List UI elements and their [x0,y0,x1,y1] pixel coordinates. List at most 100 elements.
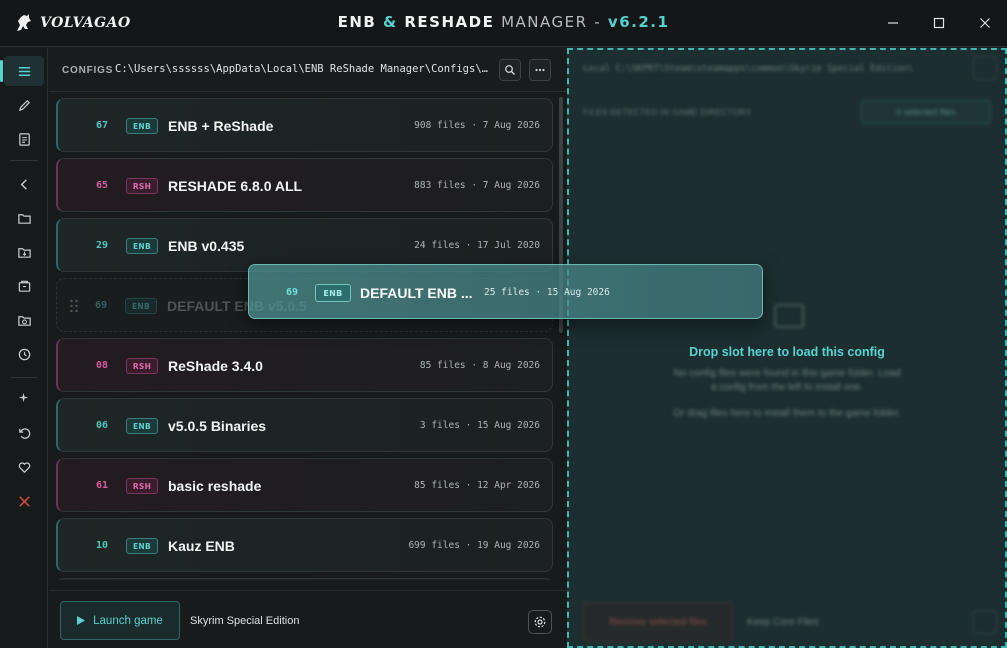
document-icon [18,132,30,146]
config-name: RESHADE 6.8.0 ALL [168,178,303,194]
more-icon [535,68,545,72]
rail-effects[interactable] [4,382,44,412]
rail-import[interactable] [4,237,44,267]
config-list: 67 ENB ENB + ReShade 908 files · 7 Aug 2… [49,93,567,580]
rail-edit[interactable] [4,90,44,120]
rail-archive[interactable] [4,271,44,301]
footer: Launch game Skyrim Special Edition [49,590,567,648]
folder-open-icon [17,315,31,326]
config-row-partial[interactable] [56,578,553,580]
type-badge: RSH [126,478,158,494]
title-manager: MANAGER [501,13,588,31]
minimize-button[interactable] [882,12,904,34]
configs-header: CONFIGS C:\Users\ssssss\AppData\Local\EN… [49,48,567,92]
rail-uninstall[interactable] [4,486,44,516]
config-row[interactable]: 10 ENB Kauz ENB 699 files · 19 Aug 2026 [56,518,553,572]
config-meta: 3 files · 15 Aug 2026 [419,420,540,431]
config-meta: 699 files · 19 Aug 2026 [408,540,540,551]
clock-icon [18,348,30,360]
config-row[interactable]: 67 ENB ENB + ReShade 908 files · 7 Aug 2… [56,98,553,152]
close-icon [980,18,990,28]
config-number: 69 [95,300,108,311]
config-number: 69 [286,287,299,298]
empty-message-line-3: Or drag files here to install them to th… [673,408,901,419]
local-menu-button[interactable] [973,56,997,80]
search-button[interactable] [499,59,521,81]
search-icon [505,65,515,75]
config-name: DEFAULT ENB ... [360,285,473,301]
type-badge: ENB [315,284,351,302]
keep-core-checkbox[interactable]: Keep Core Files [747,617,819,628]
config-meta: 908 files · 7 Aug 2026 [414,120,540,131]
config-row[interactable]: 65 RSH RESHADE 6.8.0 ALL 883 files · 7 A… [56,158,553,212]
title-bar: VOLVAGAO ENB & RESHADE MANAGER - v6.2.1 [0,0,1007,47]
config-number: 06 [96,420,109,431]
minimize-icon [888,22,898,24]
empty-folder-icon [774,304,804,328]
type-badge: ENB [126,418,158,434]
config-name: v5.0.5 Binaries [168,418,267,434]
configs-label: CONFIGS [62,65,114,76]
heart-icon [18,461,30,473]
type-badge: ENB [126,238,158,254]
dragged-config[interactable]: 69 ENB DEFAULT ENB ... 25 files · 15 Aug… [248,264,763,319]
config-name: ENB + ReShade [168,118,274,134]
config-meta: 85 files · 12 Apr 2026 [414,480,540,491]
rail-notes[interactable] [4,124,44,154]
config-name: Kauz ENB [168,538,235,554]
config-number: 29 [96,240,109,251]
config-number: 67 [96,120,109,131]
pencil-icon [18,99,30,111]
type-badge: ENB [126,118,158,134]
drop-zone-panel[interactable]: Local C:\SKPRT\Steam\steamapps\common\Sk… [567,48,1007,648]
rail-open-folder[interactable] [4,305,44,335]
rail-history[interactable] [4,339,44,369]
rail-configs[interactable] [0,56,44,86]
launch-game-label: Launch game [93,614,163,627]
selected-files-button[interactable]: 0 selected files [861,100,991,124]
config-name: ENB v0.435 [168,238,245,254]
settings-button[interactable] [528,610,552,634]
rail-collapse[interactable] [4,169,44,199]
configs-path[interactable]: C:\Users\ssssss\AppData\Local\ENB ReShad… [115,63,489,75]
type-badge: ENB [126,538,158,554]
type-badge: RSH [126,178,158,194]
list-scrollbar[interactable] [557,93,565,580]
app-title: ENB & RESHADE MANAGER - v6.2.1 [0,13,1007,31]
config-row[interactable]: 08 RSH ReShade 3.4.0 85 files · 8 Aug 20… [56,338,553,392]
config-number: 61 [96,480,109,491]
config-row[interactable]: 61 RSH basic reshade 85 files · 12 Apr 2… [56,458,553,512]
local-path: Local C:\SKPRT\Steam\steamapps\common\Sk… [583,64,914,74]
maximize-icon [933,17,945,29]
config-name: basic reshade [168,478,262,494]
play-icon [77,616,86,625]
config-meta: 883 files · 7 Aug 2026 [414,180,540,191]
drag-handle-icon[interactable] [69,299,79,313]
type-badge: ENB [125,298,157,314]
corner-button[interactable] [973,610,997,634]
list-icon [18,66,30,76]
drop-hint-title: Drop slot here to load this config [689,345,885,359]
title-amp: & [383,13,398,31]
rail-favorites[interactable] [4,452,44,482]
archive-icon [18,280,30,292]
empty-message-line-1: No config files were found in this game … [673,368,901,379]
config-name: ReShade 3.4.0 [168,358,263,374]
type-badge: RSH [126,358,158,374]
launch-game-button[interactable]: Launch game [60,601,180,640]
gear-icon [534,616,546,628]
config-number: 08 [96,360,109,371]
undo-icon [18,427,30,439]
rail-restore[interactable] [4,418,44,448]
close-button[interactable] [974,12,996,34]
rail-divider [10,377,38,378]
remove-selected-button[interactable]: Remove selected files [583,602,733,642]
folder-download-icon [17,247,31,258]
close-red-icon [18,495,30,507]
config-row[interactable]: 06 ENB v5.0.5 Binaries 3 files · 15 Aug … [56,398,553,452]
app-version: v6.2.1 [607,13,670,31]
maximize-button[interactable] [928,12,950,34]
more-button[interactable] [529,59,551,81]
title-reshade: RESHADE [404,13,495,31]
rail-folder[interactable] [4,203,44,233]
